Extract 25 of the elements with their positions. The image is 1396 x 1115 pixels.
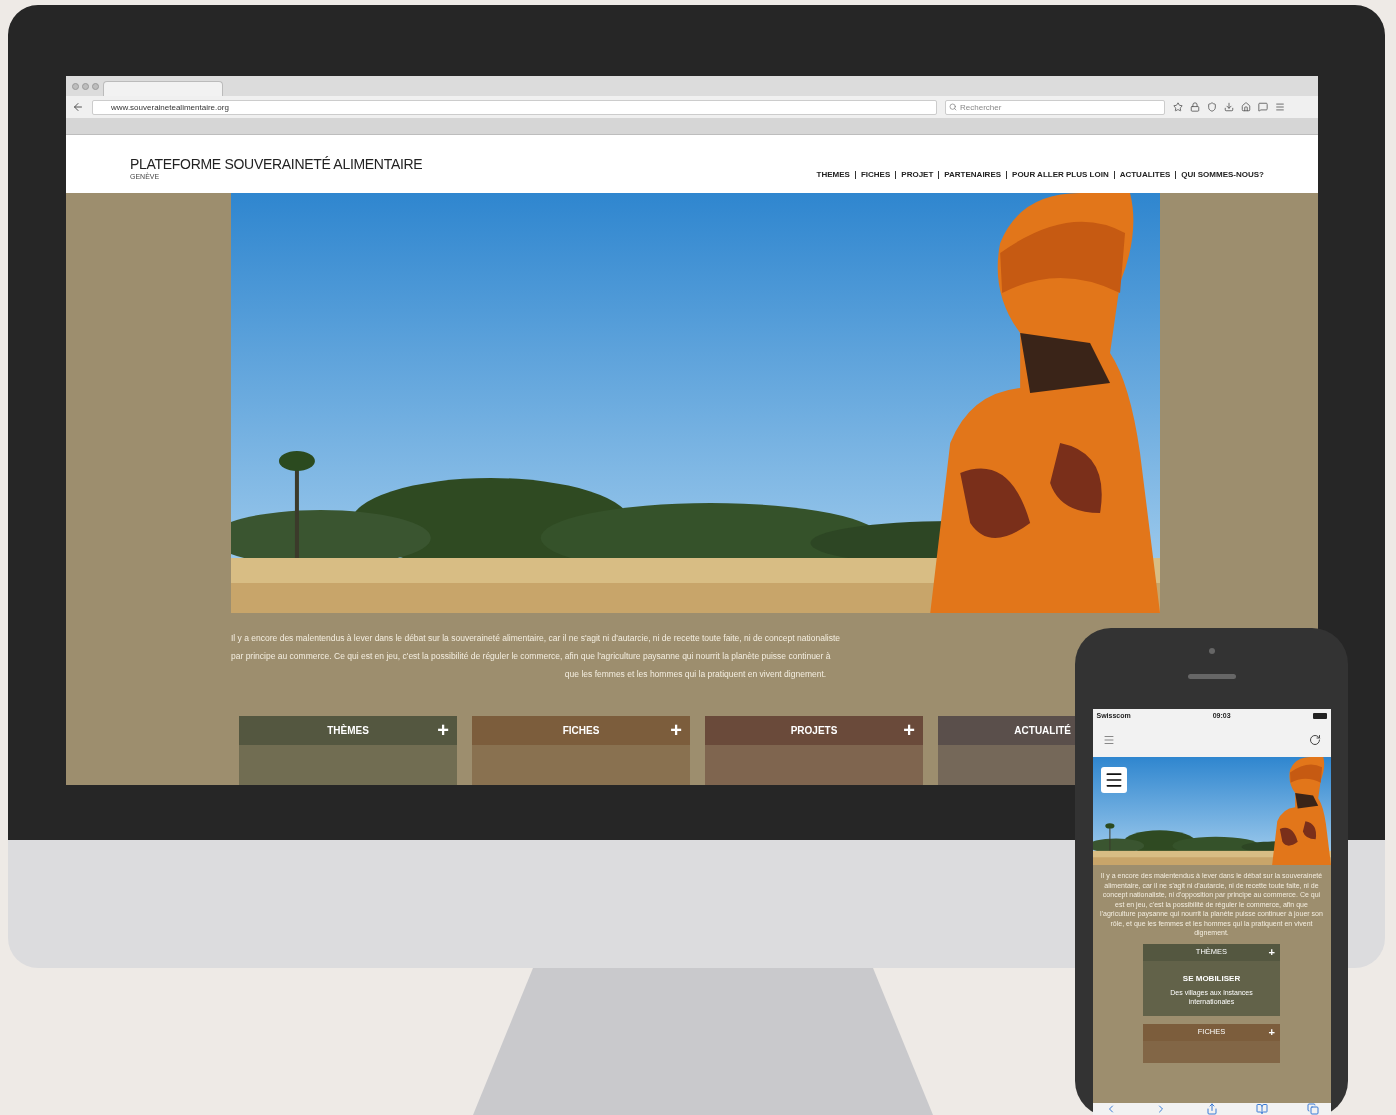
expand-button[interactable]: + [670, 718, 682, 742]
nav-link[interactable]: THEMES [816, 169, 850, 181]
section-header[interactable]: ACTUALITÉ [938, 716, 1075, 745]
nav-link[interactable]: PARTENAIRES [944, 169, 1002, 181]
section-header[interactable]: FICHES + [472, 716, 690, 745]
section-header[interactable]: THÈMES + [239, 716, 457, 745]
section-heading: SE MOBILISER [1182, 972, 1241, 985]
section-title: FICHES [562, 724, 600, 738]
nav-link[interactable]: FICHES [860, 169, 891, 181]
expand-button[interactable]: + [437, 718, 449, 742]
expand-button[interactable]: + [1268, 943, 1275, 961]
site-title[interactable]: PLATEFORME SOUVERAINETÉ ALIMENTAIRE [130, 156, 423, 172]
nav-link[interactable]: ACTUALITES [1119, 169, 1171, 181]
intro-paragraph: Il y a encore des malentendus à lever dans le débat sur la souveraineté alimentaire, car il ne s'agit ni d'autarcie, ni de recette toute faite, ni de concept nationaliste par principe au commerce. Ce qui est en jeu, c'est la possibilité de réguler le commerce, afin que l'agriculture paysanne qui nourrit la planète puisse continuer à que les femmes et les hommes qui la pratiquent en vivent dignement. [231, 632, 841, 681]
section-title: ACTUALITÉ [1014, 723, 1071, 738]
search-field[interactable]: Rechercher [945, 99, 1165, 115]
section-header[interactable]: PROJETS + [705, 716, 923, 745]
section-title: PROJETS [790, 724, 838, 738]
nav-link[interactable]: QUI SOMMES-NOUS? [1181, 169, 1264, 181]
section-title: THÈMES [327, 723, 369, 738]
address-bar[interactable]: www.souverainetealimentaire.org [92, 99, 937, 115]
expand-button[interactable]: + [903, 718, 915, 742]
nav-link[interactable]: PROJET [901, 169, 934, 181]
nav-link[interactable]: POUR ALLER PLUS LOIN [1012, 169, 1109, 181]
expand-button[interactable]: + [1268, 1023, 1275, 1041]
